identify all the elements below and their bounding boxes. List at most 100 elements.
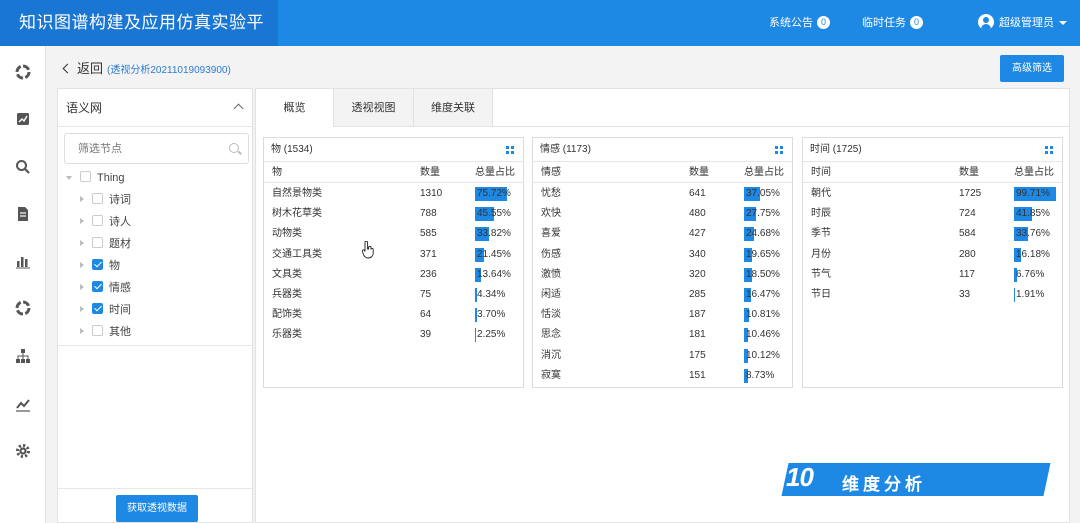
row-count: 280 bbox=[959, 248, 976, 260]
document-icon[interactable] bbox=[15, 206, 31, 222]
settings-icon[interactable] bbox=[15, 443, 31, 459]
table-row[interactable]: 交通工具类 371 21.45% bbox=[264, 245, 523, 265]
chart-icon[interactable] bbox=[15, 111, 31, 127]
checkbox[interactable] bbox=[92, 325, 103, 336]
caret-right-icon[interactable] bbox=[80, 262, 84, 268]
row-count: 1310 bbox=[420, 188, 443, 199]
tree-node-root[interactable]: Thing bbox=[66, 169, 125, 187]
row-ratio-cell: 75.72% bbox=[475, 184, 519, 204]
tab-overview[interactable]: 概览 bbox=[256, 89, 334, 127]
tab-dimension-link[interactable]: 维度关联 bbox=[414, 89, 493, 127]
checkbox[interactable] bbox=[92, 281, 103, 292]
ratio-label: 1.91% bbox=[1016, 289, 1045, 300]
tree-node[interactable]: 情感 bbox=[80, 279, 131, 297]
grid-icon[interactable] bbox=[506, 146, 514, 154]
advanced-filter-button[interactable]: 高级筛选 bbox=[1000, 55, 1064, 82]
table-row[interactable]: 寂寞 151 8.73% bbox=[533, 366, 792, 386]
announcements-link[interactable]: 系统公告 0 bbox=[769, 0, 830, 46]
table-row[interactable]: 朝代 1725 99.71% bbox=[803, 184, 1062, 204]
trend-icon[interactable] bbox=[15, 396, 31, 412]
row-ratio-cell: 2.25% bbox=[475, 325, 519, 345]
tree-node[interactable]: 其他 bbox=[80, 323, 131, 341]
chevron-up-icon[interactable] bbox=[233, 103, 244, 114]
ratio-label: 16.18% bbox=[1016, 248, 1050, 260]
table-row[interactable]: 欢快 480 27.75% bbox=[533, 204, 792, 224]
section-number: 10 bbox=[786, 462, 814, 492]
row-ratio-cell: 6.76% bbox=[1014, 265, 1058, 285]
caret-down-icon[interactable] bbox=[66, 176, 72, 180]
row-ratio-cell: 13.64% bbox=[475, 265, 519, 285]
tree-node[interactable]: 题材 bbox=[80, 235, 131, 253]
table-row[interactable]: 节气 117 6.76% bbox=[803, 265, 1062, 285]
network-icon[interactable] bbox=[15, 300, 31, 316]
table-row[interactable]: 文具类 236 13.64% bbox=[264, 265, 523, 285]
table-row[interactable]: 树木花草类 788 45.55% bbox=[264, 204, 523, 224]
ratio-label: 10.81% bbox=[746, 309, 780, 321]
search-icon[interactable] bbox=[15, 159, 31, 175]
checkbox[interactable] bbox=[92, 193, 103, 204]
checkbox[interactable] bbox=[92, 237, 103, 248]
fetch-data-button[interactable]: 获取透视数据 bbox=[116, 495, 198, 522]
node-filter-input[interactable] bbox=[65, 134, 215, 163]
left-rail bbox=[0, 46, 46, 523]
table-row[interactable]: 忧愁 641 37.05% bbox=[533, 184, 792, 204]
tasks-badge: 0 bbox=[910, 16, 923, 29]
caret-right-icon[interactable] bbox=[80, 218, 84, 224]
tree-label: 时间 bbox=[109, 304, 131, 316]
checkbox[interactable] bbox=[92, 303, 103, 314]
row-count: 236 bbox=[420, 268, 437, 280]
org-tree-icon[interactable] bbox=[15, 348, 31, 364]
checkbox-root[interactable] bbox=[80, 171, 91, 182]
table-row[interactable]: 月份 280 16.18% bbox=[803, 245, 1062, 265]
tasks-link[interactable]: 临时任务 0 bbox=[862, 0, 923, 46]
table-row[interactable]: 乐器类 39 2.25% bbox=[264, 325, 523, 345]
bar-chart-icon[interactable] bbox=[15, 253, 31, 269]
row-name: 喜爱 bbox=[541, 228, 561, 240]
grid-icon[interactable] bbox=[1045, 146, 1053, 154]
caret-right-icon[interactable] bbox=[80, 306, 84, 312]
table-row[interactable]: 恬淡 187 10.81% bbox=[533, 305, 792, 325]
row-ratio-cell: 3.70% bbox=[475, 305, 519, 325]
table-row[interactable]: 季节 584 33.76% bbox=[803, 224, 1062, 244]
panel-title: 语义网 bbox=[66, 101, 103, 115]
tab-pivot-view[interactable]: 透视视图 bbox=[334, 89, 414, 127]
table-row[interactable]: 动物类 585 33.82% bbox=[264, 224, 523, 244]
row-ratio-cell: 8.73% bbox=[744, 366, 788, 386]
caret-right-icon[interactable] bbox=[80, 328, 84, 334]
table-row[interactable]: 激愤 320 18.50% bbox=[533, 265, 792, 285]
panel-header[interactable]: 语义网 bbox=[58, 89, 252, 127]
table-row[interactable]: 时辰 724 41.85% bbox=[803, 204, 1062, 224]
checkbox[interactable] bbox=[92, 259, 103, 270]
table-row[interactable]: 消沉 175 10.12% bbox=[533, 346, 792, 366]
row-count: 320 bbox=[689, 268, 706, 280]
grid-icon[interactable] bbox=[775, 146, 783, 154]
tree-node[interactable]: 诗人 bbox=[80, 213, 131, 231]
dashboard-icon[interactable] bbox=[15, 64, 31, 80]
row-name: 月份 bbox=[811, 248, 831, 260]
table-row[interactable]: 自然景物类 1310 75.72% bbox=[264, 184, 523, 204]
table-row[interactable]: 闲适 285 16.47% bbox=[533, 285, 792, 305]
caret-right-icon[interactable] bbox=[80, 284, 84, 290]
divider bbox=[58, 345, 252, 346]
section-title: 维度分析 bbox=[842, 475, 926, 494]
caret-right-icon[interactable] bbox=[80, 240, 84, 246]
user-menu[interactable]: 超级管理员 bbox=[978, 0, 1067, 46]
tree-node[interactable]: 物 bbox=[80, 257, 120, 275]
table-row[interactable]: 伤感 340 19.65% bbox=[533, 245, 792, 265]
table-row[interactable]: 节日 33 1.91% bbox=[803, 285, 1062, 305]
checkbox[interactable] bbox=[92, 215, 103, 226]
row-name: 时辰 bbox=[811, 208, 831, 220]
back-link[interactable]: 返回 (透视分析20211019093900) bbox=[62, 58, 231, 77]
table-row[interactable]: 思念 181 10.46% bbox=[533, 325, 792, 345]
caret-right-icon[interactable] bbox=[80, 196, 84, 202]
row-name: 兵器类 bbox=[272, 289, 302, 300]
tree-node[interactable]: 时间 bbox=[80, 301, 131, 319]
hand-cursor-icon bbox=[362, 241, 374, 259]
tree-node[interactable]: 诗词 bbox=[80, 191, 131, 209]
row-name: 闲适 bbox=[541, 289, 561, 300]
table-row[interactable]: 配饰类 64 3.70% bbox=[264, 305, 523, 325]
column-header: 数量 bbox=[689, 167, 709, 178]
row-count: 340 bbox=[689, 248, 706, 260]
table-row[interactable]: 兵器类 75 4.34% bbox=[264, 285, 523, 305]
table-row[interactable]: 喜爱 427 24.68% bbox=[533, 224, 792, 244]
